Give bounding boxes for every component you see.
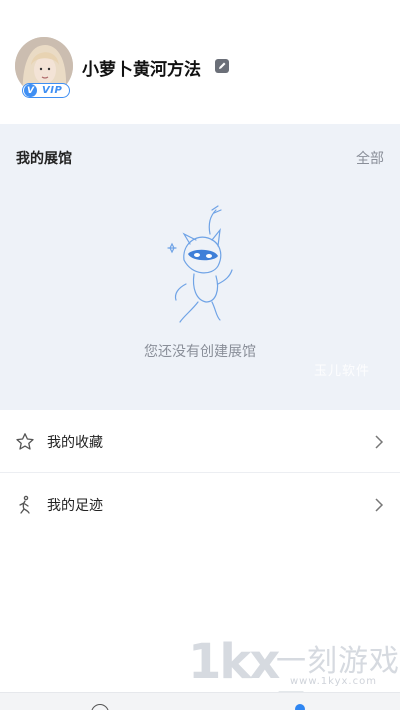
username: 小萝卜黄河方法 — [82, 60, 201, 80]
menu-item-label: 我的足迹 — [47, 498, 103, 514]
section-title: 我的展馆 — [16, 151, 72, 167]
view-all-link[interactable]: 全部 — [356, 148, 384, 168]
star-icon — [16, 433, 34, 450]
profile-header: V VIP 小萝卜黄河方法 — [0, 0, 400, 124]
bottom-tab-bar — [0, 692, 400, 710]
menu-item-label: 我的收藏 — [47, 435, 103, 451]
menu-item-footprints[interactable]: 我的足迹 — [0, 474, 400, 536]
menu-item-favorites[interactable]: 我的收藏 — [0, 411, 400, 473]
empty-state-text: 您还没有创建展馆 — [144, 344, 256, 360]
divider — [0, 472, 400, 473]
watermark-logo: 1kx — [188, 634, 280, 690]
vip-icon: V — [24, 84, 37, 97]
chevron-right-icon — [375, 435, 384, 449]
chevron-right-icon — [375, 498, 384, 512]
footprint-icon — [19, 495, 30, 514]
vip-badge: V VIP — [22, 83, 70, 98]
watermark-text: 玉儿软件 — [314, 364, 371, 379]
empty-mascot-icon — [167, 205, 233, 323]
tab-active-indicator[interactable] — [295, 704, 305, 710]
avatar[interactable]: V VIP — [15, 37, 73, 98]
vip-label: VIP — [42, 85, 63, 96]
edit-icon[interactable] — [214, 58, 230, 74]
my-gallery-section: 我的展馆 全部 您还没有创建展馆 玉儿软件 — [0, 124, 400, 410]
watermark-url: www.1kyx.com — [290, 676, 377, 687]
